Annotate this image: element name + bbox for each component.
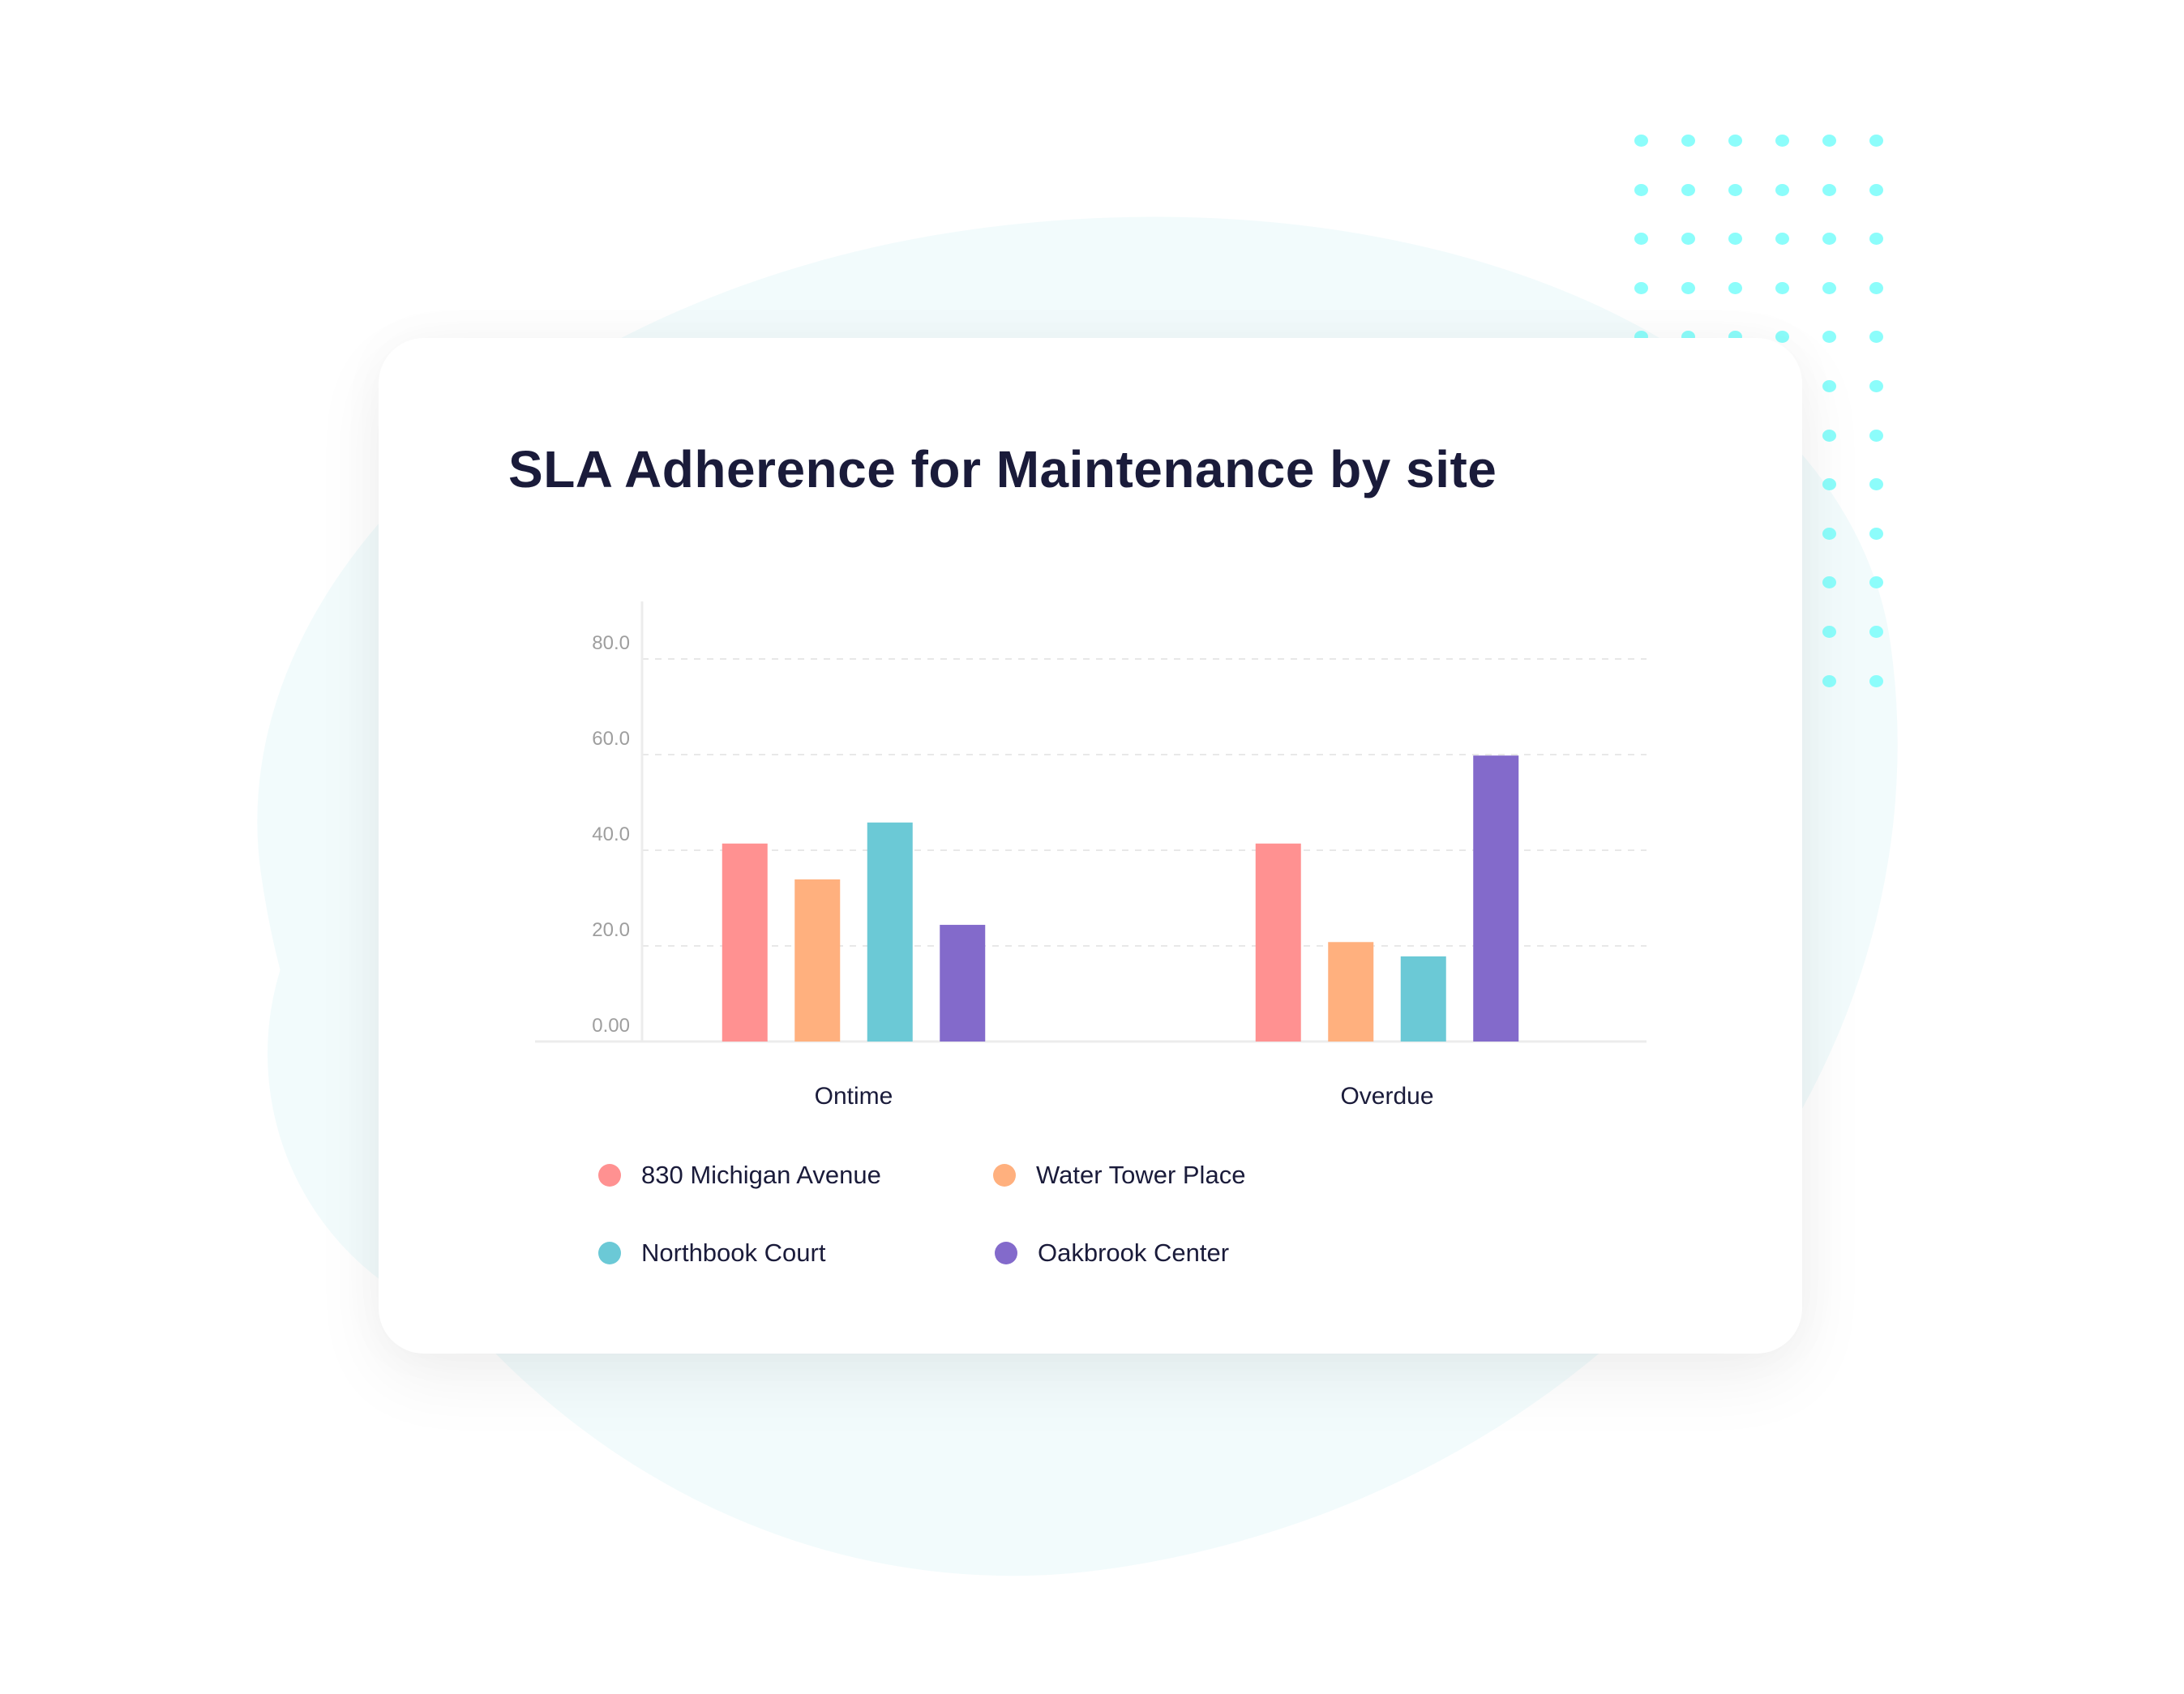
y-tick-label: 0.00	[592, 1015, 630, 1037]
bar-chart: 0.00 20.0 40.0 60.0 80.0 Ontime Overdue	[535, 601, 1647, 1110]
legend-swatch-icon	[598, 1164, 621, 1187]
legend-swatch-icon	[995, 1242, 1017, 1264]
legend-item[interactable]: Water Tower Place	[993, 1161, 1245, 1190]
y-tick-label: 20.0	[592, 919, 630, 941]
legend-label: 830 Michigan Avenue	[641, 1161, 881, 1189]
y-tick-label: 40.0	[592, 823, 630, 845]
x-category-label: Overdue	[1340, 1083, 1433, 1110]
bar-overdue-1	[1328, 942, 1374, 1042]
legend-label: Water Tower Place	[1036, 1161, 1246, 1189]
legend-item[interactable]: Northbook Court	[598, 1238, 825, 1268]
legend-item[interactable]: Oakbrook Center	[995, 1238, 1229, 1268]
bar-ontime-0	[722, 843, 768, 1042]
y-tick-label: 60.0	[592, 728, 630, 750]
legend-swatch-icon	[993, 1164, 1016, 1187]
legend-label: Northbook Court	[641, 1238, 826, 1267]
bar-overdue-3	[1473, 755, 1519, 1042]
legend-swatch-icon	[598, 1242, 621, 1264]
bar-ontime-1	[794, 879, 841, 1042]
y-tick-label: 80.0	[592, 632, 630, 654]
bar-overdue-0	[1255, 843, 1301, 1042]
bar-ontime-3	[940, 925, 986, 1042]
bar-overdue-2	[1400, 956, 1446, 1042]
legend-item[interactable]: 830 Michigan Avenue	[598, 1161, 881, 1190]
bar-ontime-2	[867, 822, 913, 1042]
x-category-label: Ontime	[815, 1083, 893, 1110]
legend-label: Oakbrook Center	[1038, 1238, 1230, 1267]
